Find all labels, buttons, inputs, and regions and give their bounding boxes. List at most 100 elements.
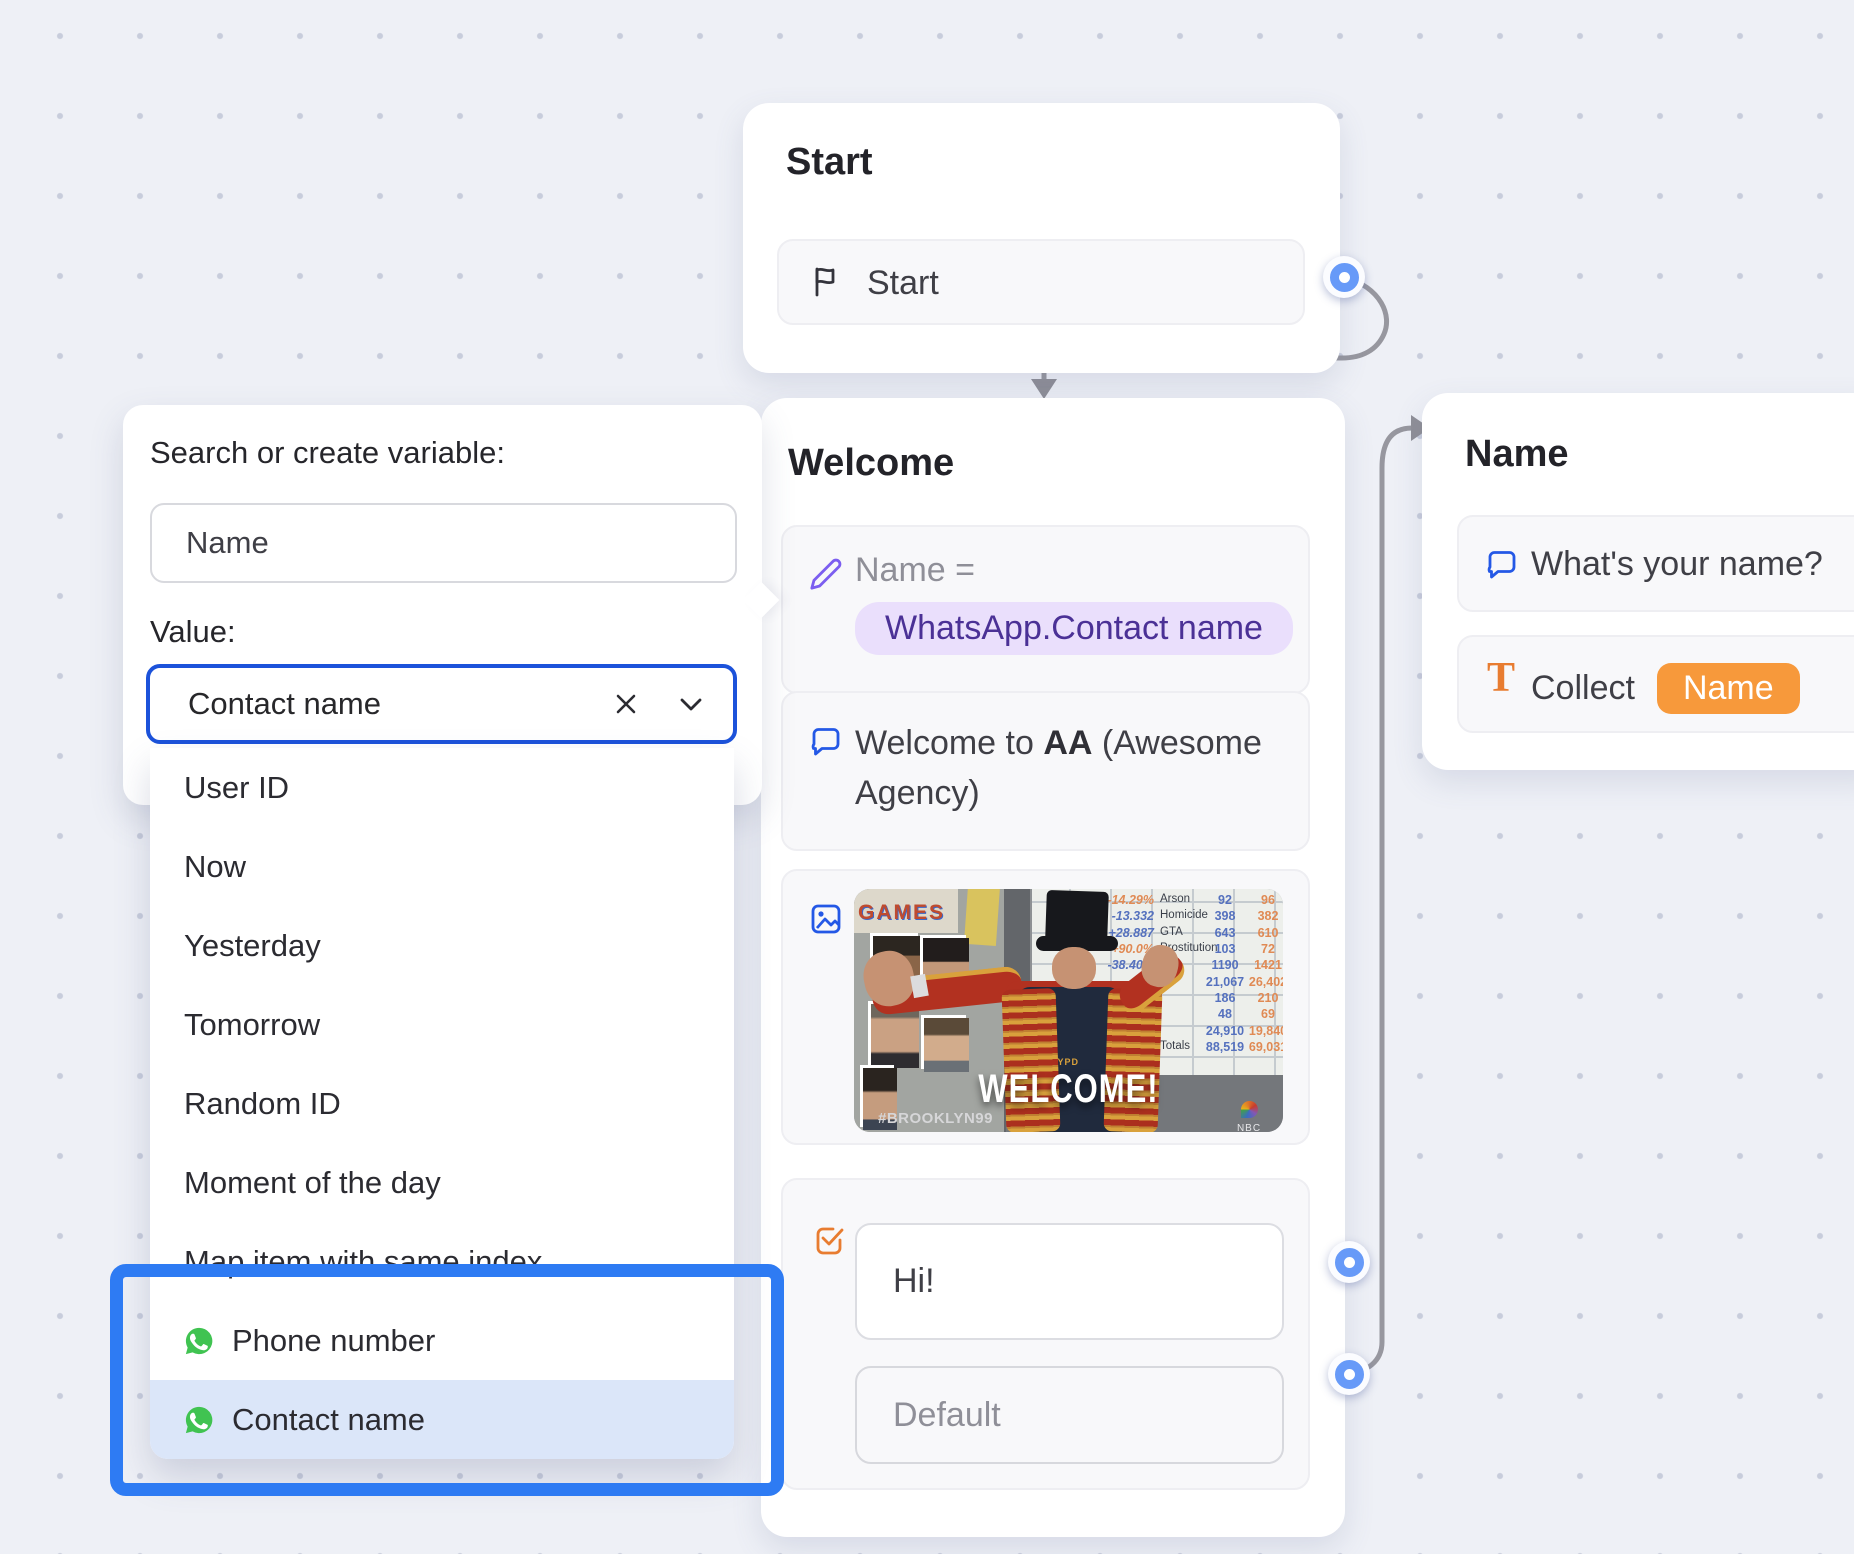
wb-value: 1421 [1254,958,1282,972]
wb-value: 26,402 [1248,975,1283,989]
gif-network-logo: NBC [1229,1101,1269,1132]
wb-value: 69,031 [1248,1040,1283,1054]
nbc-peacock-icon [1240,1101,1258,1118]
message-text-bold: AA [1043,724,1093,762]
dropdown-item-label: User ID [184,769,290,805]
clear-icon[interactable] [611,689,641,719]
gif-games-text: GAMES [858,901,946,924]
dropdown-item-label: Random ID [184,1085,341,1121]
dropdown-item-map-item-with-same-index[interactable]: Map item with same index [150,1222,734,1301]
wb-value: 72 [1261,942,1275,956]
chat-bubble-icon [811,728,840,756]
wb-label: Arson [1160,893,1191,905]
collect-variable-pill[interactable]: Name [1656,663,1800,714]
gif-man-face [1052,947,1096,989]
variable-name-label: Name = [855,551,975,589]
chevron-down-icon[interactable] [675,688,707,720]
message-block[interactable]: Welcome to AA (Awesome Agency) [781,691,1310,851]
dropdown-item-tomorrow[interactable]: Tomorrow [150,985,734,1064]
start-block-label: Start [867,264,939,302]
dropdown-item-user-id[interactable]: User ID [150,748,734,827]
wb-value: 69 [1261,1007,1275,1021]
wb-value: 210 [1257,991,1279,1005]
node-start-title: Start [786,141,873,183]
variable-value-pill[interactable]: WhatsApp.Contact name [855,602,1293,655]
wb-value: 96 [1261,893,1275,907]
wb-value: 24,910 [1205,1024,1245,1038]
message-text: Welcome to AA (Awesome Agency) [855,718,1291,819]
node-name-title: Name [1465,433,1569,475]
start-block[interactable]: Start [777,239,1305,325]
wb-label: Totals [1160,1040,1191,1052]
wb-value: 103 [1214,942,1236,956]
value-label: Value: [150,614,236,649]
dropdown-item-yesterday[interactable]: Yesterday [150,906,734,985]
gif-hashtag: #BROOKLYN99 [878,1110,993,1127]
pencil-icon [810,558,842,590]
gif-photo-4 [921,1015,969,1072]
welcome-output-port-default[interactable] [1328,1353,1370,1395]
edge-default-to-name [1345,425,1415,1377]
wb-value: 48 [1218,1007,1232,1021]
wb-value: 643 [1214,926,1236,940]
button-option-hi-label: Hi! [893,1262,935,1300]
collect-block[interactable]: T Collect Name [1457,635,1854,733]
question-text: What's your name? [1531,545,1823,583]
button-option-default[interactable]: Default [855,1366,1284,1464]
flow-canvas[interactable]: Start Start Welcome Name = WhatsApp.Cont… [0,0,1854,1554]
node-name[interactable]: Name What's your name? T Collect Name [1422,393,1854,770]
wb-value: 88,519 [1205,1040,1245,1054]
checkbox-icon [816,1227,844,1255]
search-variable-label: Search or create variable: [150,435,505,470]
dropdown-item-label: Contact name [232,1401,425,1437]
image-icon [811,904,841,934]
set-variable-block[interactable]: Name = WhatsApp.Contact name [781,525,1310,694]
gif-cloth [963,889,1001,947]
wb-value: 610 [1257,926,1279,940]
node-welcome-title: Welcome [788,442,955,484]
wb-label: Homicide [1160,909,1208,921]
wb-value: 382 [1257,909,1279,923]
wb-value: 186 [1214,991,1236,1005]
button-option-default-label: Default [893,1395,1001,1434]
dropdown-item-label: Phone number [232,1322,436,1358]
image-block[interactable]: GAMES -14.29% Arson 92 96 -13.332 Homicide 39… [781,869,1310,1145]
gif-caption: WELCOME! [978,1065,1159,1112]
collect-label: Collect [1531,669,1635,707]
question-block[interactable]: What's your name? [1457,515,1854,612]
buttons-block[interactable]: Hi! Default [781,1178,1310,1490]
button-option-hi[interactable]: Hi! [855,1223,1284,1340]
dropdown-item-moment-of-the-day[interactable]: Moment of the day [150,1143,734,1222]
dropdown-item-now[interactable]: Now [150,827,734,906]
message-text-prefix: Welcome to [855,724,1044,762]
flag-icon [815,267,835,297]
whatsapp-icon [185,1406,213,1433]
node-welcome[interactable]: Welcome Name = WhatsApp.Contact name Wel… [761,398,1345,1537]
whatsapp-icon [185,1327,213,1354]
chat-bubble-icon [1487,551,1516,579]
dropdown-item-contact-name[interactable]: Contact name [150,1380,734,1459]
wb-value: 19,840 [1248,1024,1283,1038]
gif-top-hat [1045,889,1109,943]
variable-dropdown: User ID Now Yesterday Tomorrow Random ID… [150,748,734,1459]
dropdown-item-label: Yesterday [184,927,321,963]
dropdown-item-label: Now [184,848,247,884]
start-output-port[interactable] [1323,256,1365,298]
wb-value: 1190 [1211,958,1239,972]
wb-value: 92 [1218,893,1232,907]
variable-popover: Search or create variable: Value: Contac… [123,405,780,805]
edge-arrow-down-icon [1031,379,1057,399]
value-select[interactable]: Contact name [146,664,737,744]
dropdown-item-label: Moment of the day [184,1164,441,1200]
welcome-output-port-hi[interactable] [1328,1241,1370,1283]
wb-value: 398 [1214,909,1236,923]
node-start[interactable]: Start Start [743,103,1340,373]
welcome-gif: GAMES -14.29% Arson 92 96 -13.332 Homicide 39… [854,889,1283,1132]
dropdown-item-phone-number[interactable]: Phone number [150,1301,734,1380]
dropdown-item-label: Tomorrow [184,1006,321,1042]
dropdown-item-label: Map item with same index [184,1243,543,1279]
nbc-text: NBC [1236,1123,1262,1132]
value-select-text: Contact name [188,686,381,721]
variable-name-input[interactable] [150,503,737,583]
dropdown-item-random-id[interactable]: Random ID [150,1064,734,1143]
